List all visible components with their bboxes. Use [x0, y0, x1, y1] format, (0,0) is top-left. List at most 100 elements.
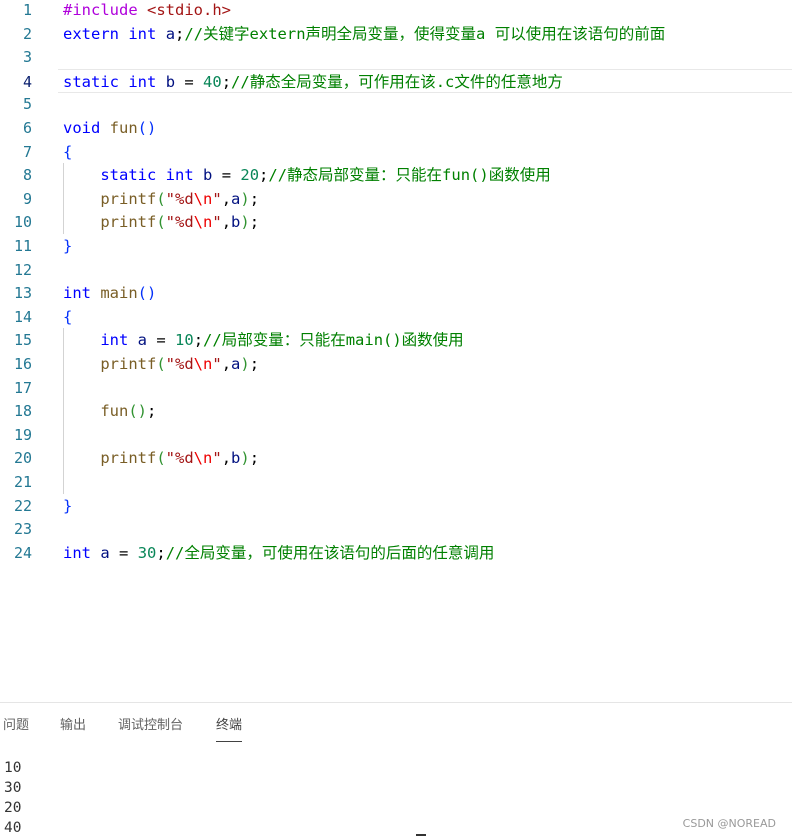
- code-text: printf("%d\n",b);: [63, 210, 259, 234]
- code-token: (): [137, 284, 157, 303]
- code-token: \n: [193, 355, 213, 373]
- code-line[interactable]: 17: [0, 375, 792, 400]
- code-line[interactable]: 11}: [0, 234, 792, 258]
- code-text: fun();: [63, 399, 156, 423]
- code-line[interactable]: 12: [0, 258, 792, 282]
- code-token: "%d: [165, 213, 194, 232]
- code-line[interactable]: 1 #include <stdio.h>: [0, 0, 792, 22]
- terminal-line: 20: [4, 800, 22, 816]
- line-number: 11: [13, 237, 32, 255]
- code-token: int: [63, 543, 91, 562]
- line-number: 12: [13, 260, 32, 279]
- code-line[interactable]: 19: [0, 422, 792, 447]
- code-token: printf: [100, 213, 157, 232]
- code-text: #include <stdio.h>: [63, 0, 231, 22]
- bottom-panel: 问题 输出 调试控制台 终端 10 30 20 40 CSDN @NOREAD: [0, 702, 792, 838]
- code-token: b: [203, 166, 213, 185]
- code-token: ): [240, 355, 250, 373]
- watermark-text: CSDN @NOREAD: [682, 817, 776, 830]
- code-line[interactable]: 5: [0, 92, 792, 116]
- terminal-line: 40: [4, 820, 22, 836]
- tab-terminal[interactable]: 终端: [216, 715, 243, 743]
- code-token: printf: [100, 355, 157, 373]
- terminal-line: 30: [4, 780, 22, 796]
- line-number: 1: [22, 1, 32, 19]
- code-line[interactable]: 4 static int b = 40;//静态全局变量，可作用在该.c文件的任意…: [23, 68, 792, 94]
- terminal-output[interactable]: 10 30 20 40: [4, 758, 21, 838]
- code-token: int: [128, 24, 157, 43]
- code-line[interactable]: 10 printf("%d\n",b);: [0, 210, 792, 235]
- code-line[interactable]: 23: [0, 517, 792, 541]
- terminal-line: 10: [4, 760, 22, 776]
- code-line[interactable]: 6 void fun(): [0, 116, 792, 140]
- code-text: printf("%d\n",a);: [63, 352, 259, 376]
- code-token: ;: [193, 331, 204, 350]
- code-token: a: [231, 355, 241, 373]
- code-line[interactable]: 9 printf("%d\n",a);: [0, 186, 792, 211]
- code-token: //静态局部变量：只能在fun()函数使用: [268, 166, 551, 185]
- code-text: static int b = 20;//静态局部变量：只能在fun()函数使用: [63, 163, 551, 187]
- code-line[interactable]: 18 fun();: [0, 399, 792, 424]
- code-token: main: [100, 284, 138, 303]
- code-token: <stdio.h>: [147, 1, 231, 19]
- code-token: }: [63, 496, 73, 515]
- code-token: ": [212, 355, 222, 373]
- code-line[interactable]: 3: [0, 45, 792, 69]
- code-token: ;: [221, 72, 232, 91]
- code-token: \n: [193, 189, 213, 208]
- code-text: printf("%d\n",a);: [63, 187, 259, 211]
- line-number: 15: [13, 331, 32, 350]
- code-line[interactable]: 8 static int b = 20;//静态局部变量：只能在fun()函数使…: [0, 163, 792, 188]
- code-line[interactable]: 7{: [0, 140, 792, 164]
- code-line[interactable]: 14 {: [0, 305, 792, 329]
- code-token: ": [212, 213, 222, 232]
- code-token: ;: [249, 355, 260, 373]
- code-token: \n: [193, 449, 213, 468]
- code-line[interactable]: 16 printf("%d\n",a);: [0, 352, 792, 376]
- code-token: {: [63, 142, 73, 161]
- line-number: 2: [22, 24, 32, 43]
- code-token: (): [137, 119, 157, 137]
- code-line[interactable]: 2 extern int a;//关键字extern声明全局变量，使得变量a 可以…: [0, 22, 792, 46]
- code-token: int: [128, 72, 157, 91]
- code-text: }: [63, 234, 72, 258]
- code-token: ,: [221, 213, 232, 232]
- tab-output[interactable]: 输出: [60, 715, 86, 743]
- line-number: 3: [22, 48, 32, 67]
- tab-problems[interactable]: 问题: [3, 715, 29, 743]
- line-number: 6: [22, 119, 32, 137]
- code-token: extern: [63, 24, 119, 43]
- code-text: static int b = 40;//静态全局变量，可作用在该.c文件的任意地…: [63, 70, 563, 94]
- code-token: fun: [109, 119, 138, 137]
- line-number: 24: [13, 543, 32, 562]
- code-line[interactable]: 21: [0, 470, 792, 494]
- code-text: {: [63, 140, 72, 164]
- code-token: static: [63, 72, 119, 91]
- code-token: //关键字extern声明全局变量，使得变量a 可以使用在该语句的前面: [184, 24, 666, 43]
- code-token: ): [240, 449, 250, 468]
- code-token: #include: [63, 1, 147, 19]
- code-token: (: [156, 189, 166, 208]
- code-line[interactable]: 24 int a = 30;//全局变量，可使用在该语句的后面的任意调用: [0, 541, 792, 565]
- code-token: 40: [203, 72, 222, 91]
- code-line[interactable]: 15 int a = 10;//局部变量：只能在main()函数使用: [0, 328, 792, 353]
- line-number: 13: [13, 284, 32, 303]
- line-number: 23: [13, 520, 32, 539]
- code-token: void: [63, 119, 101, 137]
- code-token: "%d: [165, 355, 194, 373]
- code-line[interactable]: 22}: [0, 494, 792, 518]
- code-line[interactable]: 20 printf("%d\n",b);: [0, 446, 792, 471]
- code-text: void fun(): [63, 116, 156, 140]
- code-token: ,: [221, 189, 232, 208]
- code-line[interactable]: 13 int main(): [0, 281, 792, 305]
- code-token: "%d: [165, 449, 194, 468]
- tab-debug-console[interactable]: 调试控制台: [118, 715, 183, 743]
- line-number: 9: [22, 189, 32, 208]
- code-text: {: [63, 305, 72, 329]
- code-editor[interactable]: 1 #include <stdio.h> 2 extern int a; //关键字ex…: [0, 0, 792, 702]
